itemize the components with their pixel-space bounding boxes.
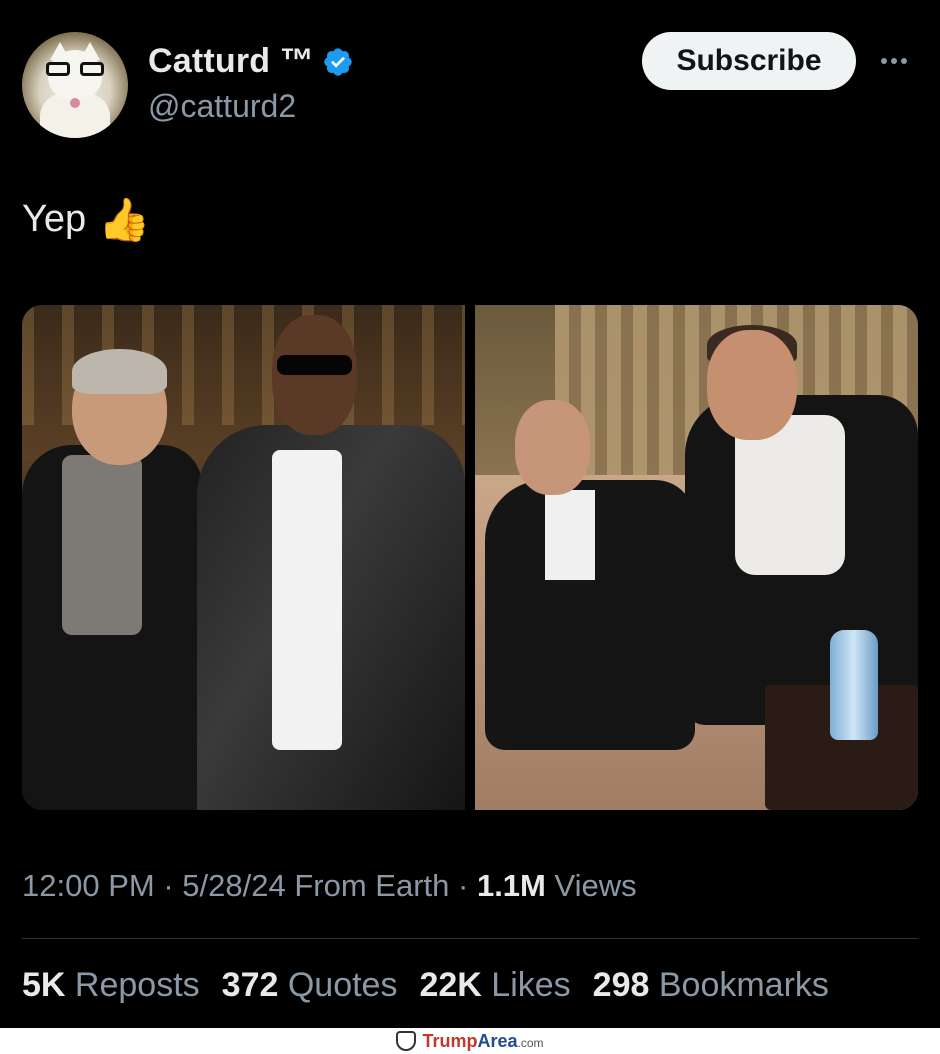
avatar[interactable] [22,32,128,138]
thumbs-up-emoji: 👍 [98,195,151,243]
likes-label: Likes [491,966,571,1004]
quotes-stat[interactable]: 372 Quotes [222,966,398,1005]
watermark-brand: TrumpArea.com [422,1030,544,1051]
views-count: 1.1M [476,868,546,903]
verified-badge-icon [324,47,352,76]
display-name[interactable]: Catturd ™ [148,42,314,81]
quotes-label: Quotes [287,966,398,1004]
media-photo-2[interactable] [475,305,918,810]
person-hair [72,349,167,394]
person-shirt [62,455,142,635]
watermark-footer: TrumpArea.com [0,1028,940,1054]
meta-separator: · [458,868,469,903]
watermark-logo-icon [396,1031,417,1051]
subscribe-button[interactable]: Subscribe [642,32,856,90]
person-head [515,400,590,495]
divider [22,938,918,939]
tweet-source: From Earth [294,868,450,903]
bookmarks-label: Bookmarks [658,966,829,1004]
tweet-header: Catturd ™ @catturd2 Subscribe [22,30,918,140]
more-horizontal-icon[interactable] [874,46,914,76]
views-label: Views [554,868,637,903]
person-head [707,330,797,440]
glasses-icon [46,62,104,76]
collar-tag [70,98,80,108]
bookmarks-stat[interactable]: 298 Bookmarks [593,966,829,1005]
reposts-stat[interactable]: 5K Reposts [22,966,200,1005]
engagement-stats: 5K Reposts 372 Quotes 22K Likes 298 Book… [22,966,829,1005]
person-shirt [545,490,595,580]
media-grid [22,305,918,810]
tweet-text-body: Yep [22,198,87,240]
user-handle[interactable]: @catturd2 [148,88,296,125]
water-bottle [830,630,878,740]
tweet-date[interactable]: 5/28/24 [182,868,285,903]
name-row: Catturd ™ [148,42,354,81]
tweet-meta: 12:00 PM · 5/28/24 From Earth · 1.1M Vie… [22,868,637,904]
reposts-count: 5K [22,966,66,1004]
person-head [272,315,357,435]
bookmarks-count: 298 [592,966,650,1004]
media-photo-1[interactable] [22,305,465,810]
person-shirt [272,450,342,750]
tweet-text: Yep 👍 [22,198,150,241]
reposts-label: Reposts [74,966,200,1004]
likes-stat[interactable]: 22K Likes [419,966,570,1005]
sunglasses [277,355,352,375]
likes-count: 22K [419,966,482,1004]
quotes-count: 372 [221,966,279,1004]
meta-separator: · [163,868,174,903]
tweet-time[interactable]: 12:00 PM [22,868,155,903]
